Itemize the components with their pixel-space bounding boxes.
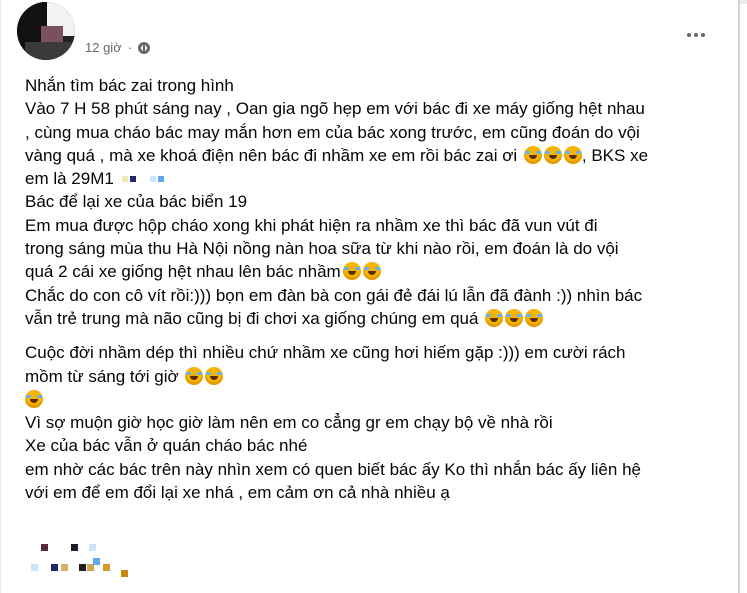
post-line: Vì sợ muộn giờ học giờ làm nên em co cẳn… — [25, 413, 553, 433]
laughing-emoji-icon — [25, 389, 43, 408]
post-line: Chắc do con cô vít rồi:))) bọn em đàn bà… — [25, 285, 643, 305]
redacted-plate-mark — [129, 176, 136, 183]
public-globe-icon[interactable] — [138, 41, 151, 54]
meta-separator: · — [127, 40, 133, 55]
laughing-emoji-icon — [505, 308, 524, 327]
redacted-plate-mark — [121, 176, 128, 183]
laughing-emoji-icon — [205, 366, 224, 385]
post-line: Xe của bác vẫn ở quán cháo bác nhé — [25, 436, 308, 456]
post-line: em nhờ các bác trên này nhìn xem có quen… — [25, 459, 641, 479]
post-line: vàng quá , mà xe khoá điện nên bác đi nh… — [25, 144, 725, 167]
post-line: trong sáng mùa thu Hà Nội nồng nàn hoa s… — [25, 239, 619, 259]
redacted-plate-mark — [157, 176, 164, 183]
post-line — [25, 388, 725, 411]
laughing-emoji-icon — [543, 145, 562, 164]
post-text: Nhắn tìm bác zai trong hình Vào 7 H 58 p… — [25, 74, 725, 504]
laughing-emoji-icon — [563, 145, 582, 164]
post-line-text: mồm từ sáng tới giờ — [25, 366, 184, 386]
post-line: , cùng mua cháo bác may mắn hơn em của b… — [25, 122, 640, 142]
more-dots-icon — [687, 33, 691, 37]
post-line: vẫn trẻ trung mà não cũng bị đi chơi xa … — [25, 307, 725, 330]
post-line: với em để em đổi lại xe nhá , em cảm ơn … — [25, 483, 450, 503]
post-line: Em mua được hộp cháo xong khi phát hiện … — [25, 215, 598, 235]
post-line: Cuộc đời nhầm dép thì nhiều chứ nhầm xe … — [25, 343, 626, 363]
post-line-text: , BKS xe — [581, 145, 649, 165]
laughing-emoji-icon — [525, 308, 544, 327]
post-line: Bác để lại xe của bác biển 19 — [25, 192, 248, 212]
post-line: Vào 7 H 58 phút sáng nay , Oan gia ngõ h… — [25, 99, 645, 119]
post-line-text: quá 2 cái xe giống hệt nhau lên bác nhầm — [25, 262, 341, 282]
post-timestamp[interactable]: 12 giờ — [85, 40, 122, 55]
post-line: em là 29M1 — [25, 167, 725, 190]
redacted-plate-mark — [149, 176, 156, 183]
post-line: quá 2 cái xe giống hệt nhau lên bác nhầm — [25, 260, 725, 283]
post-meta: 12 giờ · — [85, 40, 151, 55]
post-line: mồm từ sáng tới giờ — [25, 365, 725, 388]
laughing-emoji-icon — [342, 262, 361, 281]
more-options-button[interactable] — [681, 24, 711, 46]
post-line-text: vàng quá , mà xe khoá điện nên bác đi nh… — [25, 145, 522, 165]
laughing-emoji-icon — [523, 145, 542, 164]
post-line-text: vẫn trẻ trung mà não cũng bị đi chơi xa … — [25, 308, 484, 328]
avatar[interactable] — [17, 2, 75, 60]
post-line-text: em là 29M1 — [25, 169, 114, 189]
post-line: Nhắn tìm bác zai trong hình — [25, 76, 234, 95]
laughing-emoji-icon — [362, 262, 381, 281]
post-card: 12 giờ · Nhắn tìm bác zai trong hình Vào… — [0, 0, 740, 593]
laughing-emoji-icon — [485, 308, 504, 327]
laughing-emoji-icon — [185, 366, 204, 385]
